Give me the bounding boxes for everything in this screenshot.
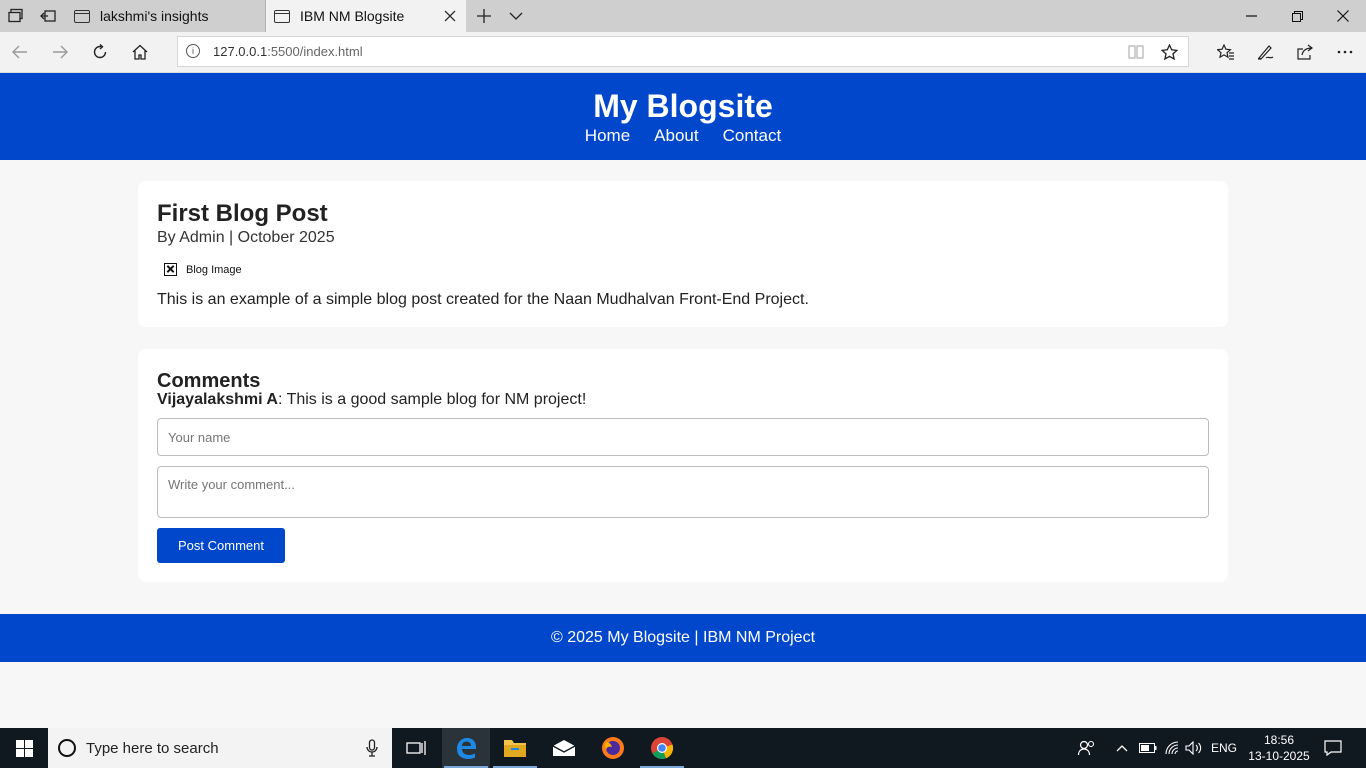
tab-label: IBM NM Blogsite <box>300 8 405 24</box>
close-tab-icon[interactable] <box>440 6 460 26</box>
chrome-icon[interactable] <box>638 728 686 768</box>
taskbar-search-placeholder: Type here to search <box>86 739 219 757</box>
site-nav: Home About Contact <box>0 126 1366 146</box>
wifi-icon[interactable] <box>1162 728 1182 768</box>
favorites-hub-icon[interactable] <box>1206 32 1246 72</box>
url-host: 127.0.0.1 <box>213 44 268 59</box>
comment-author: Vijayalakshmi A <box>157 391 278 408</box>
forward-arrow-icon[interactable] <box>40 32 80 72</box>
mail-icon[interactable] <box>540 728 588 768</box>
home-icon[interactable] <box>120 32 160 72</box>
address-bar[interactable]: i 127.0.0.1:5500/index.html <box>177 36 1189 67</box>
site-header: My Blogsite Home About Contact <box>0 73 1366 160</box>
site-footer: © 2025 My Blogsite | IBM NM Project <box>0 614 1366 662</box>
refresh-icon[interactable] <box>80 32 120 72</box>
people-icon[interactable] <box>1075 728 1099 768</box>
action-center-icon[interactable] <box>1320 728 1346 768</box>
comment-textarea[interactable] <box>157 466 1209 518</box>
comments-card: Comments Vijayalakshmi A: This is a good… <box>138 349 1228 582</box>
tab-ibm-nm-blogsite[interactable]: IBM NM Blogsite <box>266 0 466 32</box>
comment-text: : This is a good sample blog for NM proj… <box>277 391 587 408</box>
footer-text: © 2025 My Blogsite | IBM NM Project <box>550 629 816 646</box>
set-tabs-aside-icon[interactable] <box>32 0 64 32</box>
nav-link-contact[interactable]: Contact <box>723 126 782 146</box>
share-icon[interactable] <box>1285 32 1325 72</box>
tab-manager-icon[interactable] <box>0 0 32 32</box>
comment-item: Vijayalakshmi A: This is a good sample b… <box>157 391 586 409</box>
cortana-circle-icon <box>58 739 76 757</box>
close-window-icon[interactable] <box>1320 0 1366 32</box>
firefox-icon[interactable] <box>589 728 637 768</box>
blog-image-alt: Blog Image <box>186 263 242 276</box>
clock-time: 18:56 <box>1263 733 1295 747</box>
url-text: 127.0.0.1:5500/index.html <box>213 44 363 59</box>
favorite-star-icon[interactable] <box>1156 39 1182 65</box>
tab-preview-chevron-down-icon[interactable] <box>500 0 532 32</box>
task-view-icon[interactable] <box>392 728 440 768</box>
input-language[interactable]: ENG <box>1208 728 1240 768</box>
reading-view-icon[interactable] <box>1123 39 1149 65</box>
minimize-icon[interactable] <box>1228 0 1274 32</box>
taskbar-search-box[interactable]: Type here to search <box>48 728 392 768</box>
url-path: :5500/index.html <box>267 44 363 59</box>
blog-post-card: First Blog Post By Admin | October 2025 … <box>138 181 1228 327</box>
battery-icon[interactable] <box>1138 728 1158 768</box>
browser-tab-strip: lakshmi's insights IBM NM Blogsite <box>0 0 1366 32</box>
taskbar: Type here to search ENG 18:56 13-10-2025 <box>0 728 1366 768</box>
blog-image: Blog Image <box>164 263 242 276</box>
site-title: My Blogsite <box>593 88 773 124</box>
more-options-icon[interactable] <box>1325 32 1365 72</box>
back-arrow-icon[interactable] <box>0 32 40 72</box>
site-info-icon[interactable]: i <box>186 44 200 58</box>
nav-link-home[interactable]: Home <box>585 126 630 146</box>
browser-toolbar: i 127.0.0.1:5500/index.html <box>0 32 1366 73</box>
tab-label: lakshmi's insights <box>100 8 209 24</box>
page-icon <box>74 9 90 23</box>
new-tab-icon[interactable] <box>468 0 500 32</box>
volume-icon[interactable] <box>1184 728 1204 768</box>
edge-browser-icon[interactable] <box>442 728 490 768</box>
system-clock[interactable]: 18:56 13-10-2025 <box>1244 732 1314 764</box>
tab-lakshmis-insights[interactable]: lakshmi's insights <box>64 0 266 32</box>
comments-title: Comments <box>157 370 261 392</box>
microphone-icon[interactable] <box>366 739 378 761</box>
restore-icon[interactable] <box>1274 0 1320 32</box>
post-title: First Blog Post <box>157 200 328 227</box>
show-hidden-icons-chevron-up-icon[interactable] <box>1112 728 1132 768</box>
windows-start-icon[interactable] <box>0 728 48 768</box>
file-explorer-icon[interactable] <box>491 728 539 768</box>
name-input[interactable] <box>157 418 1209 456</box>
broken-image-icon <box>164 263 177 276</box>
page-icon <box>274 9 290 23</box>
clock-date: 13-10-2025 <box>1248 749 1310 763</box>
post-body: This is an example of a simple blog post… <box>157 291 809 308</box>
pen-icon[interactable] <box>1246 32 1286 72</box>
post-meta: By Admin | October 2025 <box>157 229 335 246</box>
nav-link-about[interactable]: About <box>654 126 698 146</box>
post-comment-button[interactable]: Post Comment <box>157 528 285 563</box>
